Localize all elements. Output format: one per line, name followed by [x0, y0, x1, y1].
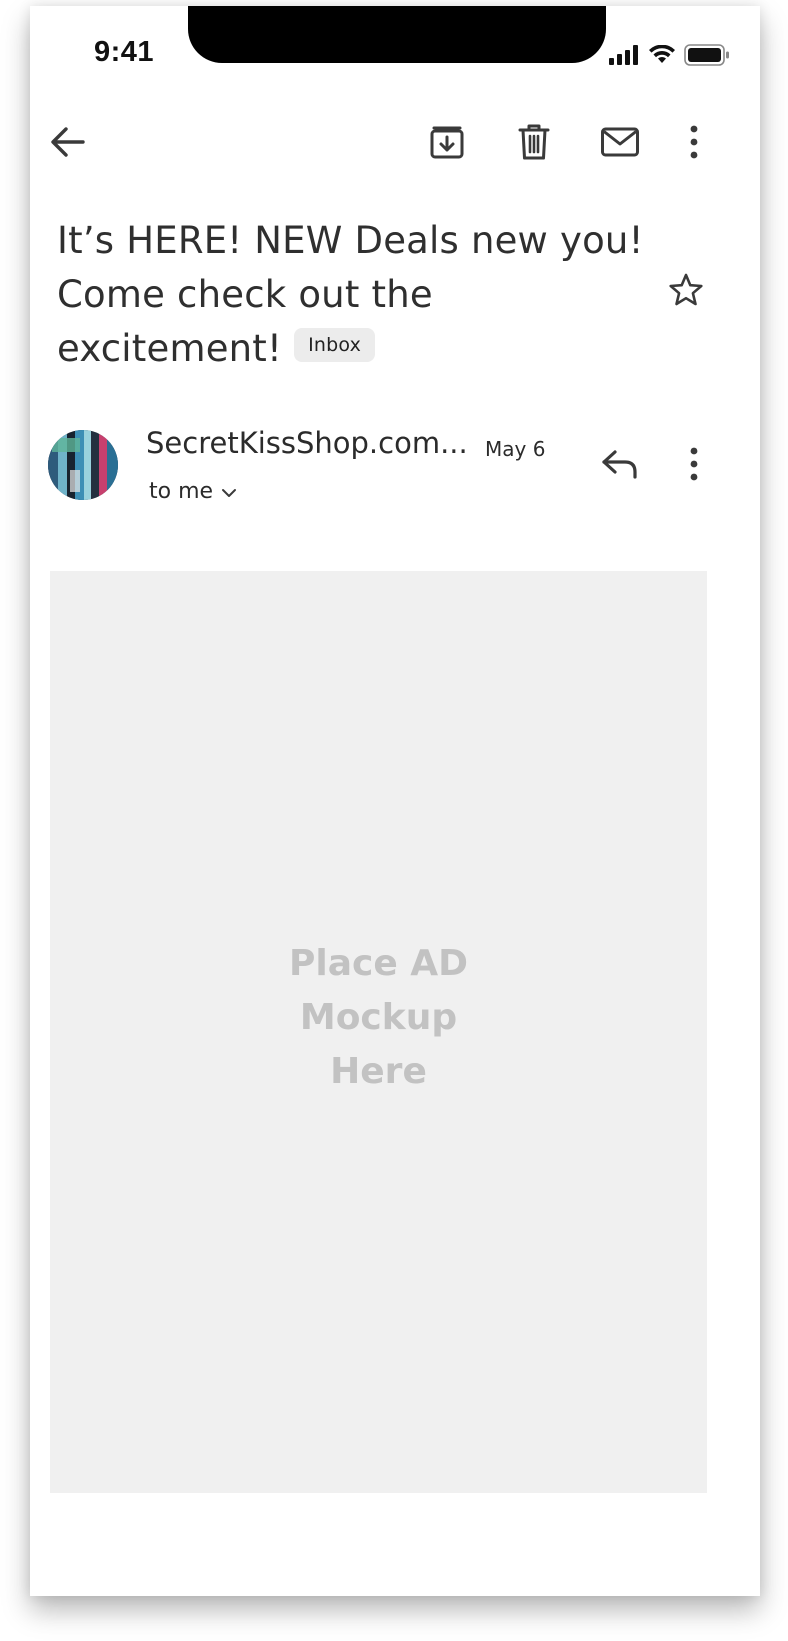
reply-button[interactable] [596, 442, 644, 486]
mail-icon [600, 126, 640, 158]
archive-icon [429, 124, 465, 160]
ad-placeholder: Place AD Mockup Here [50, 571, 707, 1493]
more-options-button[interactable] [676, 120, 712, 164]
battery-icon [684, 44, 730, 66]
back-button[interactable] [46, 120, 90, 164]
ad-line-3: Here [330, 1051, 427, 1092]
star-button[interactable] [664, 268, 708, 312]
message-more-button[interactable] [676, 442, 712, 486]
subject-line-3: excitement! Inbox [57, 322, 657, 376]
mark-unread-button[interactable] [596, 120, 644, 164]
recipient-toggle[interactable]: to me [149, 479, 237, 504]
subject-line-1: It’s HERE! NEW Deals new you! [57, 219, 644, 262]
star-icon [668, 272, 704, 308]
phone-frame: 9:41 It’s HERE! NEW Deals new you! Come … [30, 6, 760, 1596]
email-date: May 6 [485, 437, 546, 461]
subject-line-2: Come check out the [57, 273, 433, 316]
ad-line-2: Mockup [299, 997, 458, 1038]
wifi-icon [648, 45, 676, 65]
phone-notch [188, 6, 606, 63]
reply-icon [601, 448, 639, 480]
recipient-label: to me [149, 479, 214, 504]
back-arrow-icon [50, 126, 86, 158]
delete-button[interactable] [512, 120, 556, 164]
status-icons [608, 44, 730, 66]
inbox-label-badge[interactable]: Inbox [294, 327, 376, 362]
ad-line-1: Place AD [288, 943, 469, 984]
chevron-down-icon [221, 479, 237, 504]
ad-placeholder-text: Place AD Mockup Here [50, 937, 707, 1099]
trash-icon [518, 123, 550, 161]
archive-button[interactable] [425, 120, 469, 164]
more-vert-icon [689, 447, 699, 481]
email-subject: It’s HERE! NEW Deals new you! Come check… [57, 214, 657, 376]
subject-line-3-text: excitement! [57, 327, 283, 370]
sender-name[interactable]: SecretKissShop.com... [146, 426, 468, 460]
status-time: 9:41 [94, 36, 155, 68]
sender-avatar[interactable] [48, 430, 118, 500]
more-vert-icon [689, 125, 699, 159]
cellular-signal-icon [608, 45, 640, 65]
page: 9:41 It’s HERE! NEW Deals new you! Come … [0, 0, 788, 1641]
